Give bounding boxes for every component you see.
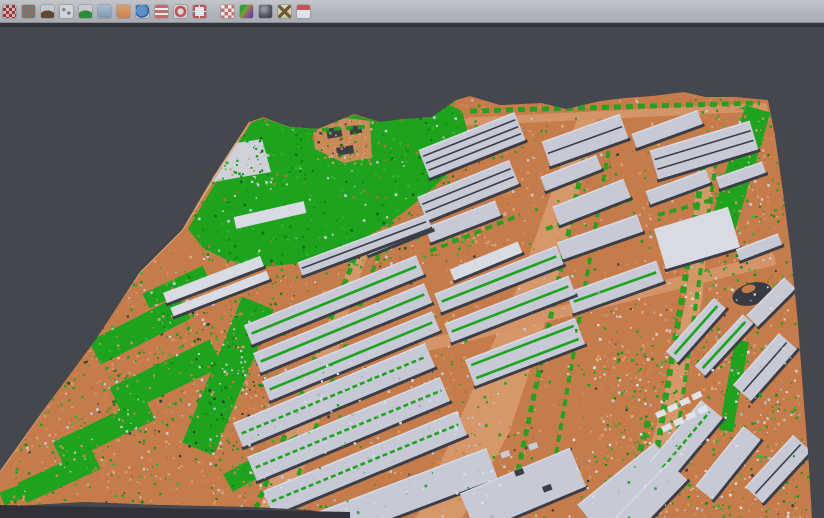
red-ring-button[interactable]	[172, 2, 189, 20]
clipping-card-icon	[297, 5, 310, 18]
globe-button[interactable]	[134, 2, 151, 20]
colormap-icon	[240, 5, 253, 18]
ortho-tile-button[interactable]	[115, 2, 132, 20]
red-layers-icon	[155, 5, 168, 18]
application-window	[0, 0, 824, 517]
dark-sphere-icon	[259, 5, 272, 18]
multicolor-points-icon	[22, 5, 35, 18]
hourglass-icon	[278, 5, 291, 18]
sparse-points-icon	[60, 5, 73, 18]
red-ring-icon	[174, 5, 187, 18]
blue-panel-icon	[98, 5, 111, 18]
colormap-button[interactable]	[238, 2, 255, 20]
classified-points-icon	[3, 5, 16, 18]
blue-panel-button[interactable]	[96, 2, 113, 20]
selection-brackets-icon	[193, 5, 206, 18]
scene-canvas[interactable]	[0, 23, 824, 518]
toolbar	[0, 0, 824, 23]
viewport-top-shade	[0, 23, 824, 27]
red-checker-icon	[221, 5, 234, 18]
hourglass-button[interactable]	[276, 2, 293, 20]
globe-icon	[136, 5, 149, 18]
terrain-mound-button[interactable]	[39, 2, 56, 20]
dark-sphere-button[interactable]	[257, 2, 274, 20]
toolbar-group	[1, 2, 208, 20]
3d-viewport[interactable]	[0, 23, 824, 518]
ortho-tile-icon	[117, 5, 130, 18]
red-layers-button[interactable]	[153, 2, 170, 20]
selection-brackets-button[interactable]	[191, 2, 208, 20]
vegetation-mound-icon	[79, 5, 92, 18]
terrain-mound-icon	[41, 5, 54, 18]
vegetation-mound-button[interactable]	[77, 2, 94, 20]
red-checker-button[interactable]	[219, 2, 236, 20]
classified-points-button[interactable]	[1, 2, 18, 20]
toolbar-group	[219, 2, 312, 20]
sparse-points-button[interactable]	[58, 2, 75, 20]
clipping-card-button[interactable]	[295, 2, 312, 20]
multicolor-points-button[interactable]	[20, 2, 37, 20]
